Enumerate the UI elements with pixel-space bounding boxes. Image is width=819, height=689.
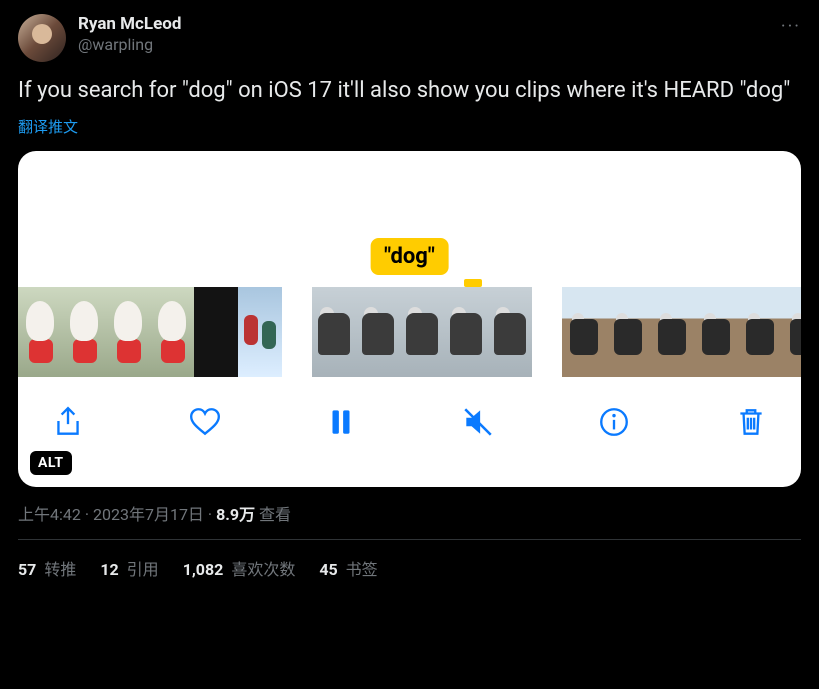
date[interactable]: 2023年7月17日 (93, 505, 204, 524)
filmstrip[interactable] (18, 287, 801, 377)
thumbnail[interactable] (694, 287, 738, 377)
views-label: 查看 (255, 505, 291, 524)
thumbnail[interactable] (488, 287, 532, 377)
stat-label: 书签 (342, 560, 378, 579)
thumbnail[interactable] (150, 287, 194, 377)
stat-number: 57 (18, 560, 36, 579)
trash-button[interactable] (729, 400, 773, 444)
stat-label: 喜欢次数 (227, 560, 295, 579)
thumbnail[interactable] (738, 287, 782, 377)
stat-number: 12 (100, 560, 118, 579)
like-button[interactable] (183, 400, 227, 444)
thumbnail[interactable] (194, 287, 238, 377)
quotes-stat[interactable]: 12 引用 (100, 556, 158, 580)
mute-icon (461, 405, 495, 439)
tweet-container: Ryan McLeod @warpling ··· If you search … (0, 0, 819, 580)
card-top: "dog" (18, 151, 801, 287)
thumbnail[interactable] (650, 287, 694, 377)
thumbnail[interactable] (444, 287, 488, 377)
thumbnail[interactable] (400, 287, 444, 377)
author-names: Ryan McLeod @warpling (78, 14, 181, 55)
time[interactable]: 上午4:42 (18, 505, 81, 524)
share-icon (51, 405, 85, 439)
likes-stat[interactable]: 1,082 喜欢次数 (183, 556, 296, 580)
mute-button[interactable] (456, 400, 500, 444)
display-name[interactable]: Ryan McLeod (78, 14, 181, 35)
pause-button[interactable] (319, 400, 363, 444)
separator: · (204, 505, 216, 524)
handle[interactable]: @warpling (78, 35, 181, 55)
thumbnail[interactable] (606, 287, 650, 377)
views-count[interactable]: 8.9万 (216, 505, 255, 524)
media-card[interactable]: "dog" (18, 151, 801, 487)
tweet-text: If you search for "dog" on iOS 17 it'll … (18, 76, 801, 106)
tweet-stats: 57 转推 12 引用 1,082 喜欢次数 45 书签 (18, 540, 801, 580)
info-button[interactable] (592, 400, 636, 444)
trash-icon (734, 405, 768, 439)
retweets-stat[interactable]: 57 转推 (18, 556, 76, 580)
thumbnail[interactable] (562, 287, 606, 377)
thumbnail[interactable] (782, 287, 801, 377)
avatar[interactable] (18, 14, 66, 62)
more-button[interactable]: ··· (781, 16, 801, 37)
thumbnail[interactable] (62, 287, 106, 377)
heart-icon (188, 405, 222, 439)
clip-group-1[interactable] (18, 287, 282, 377)
media-toolbar (18, 377, 801, 467)
pause-icon (324, 405, 358, 439)
thumbnail[interactable] (18, 287, 62, 377)
clip-group-2[interactable] (312, 287, 532, 377)
keyword-badge: "dog" (370, 238, 449, 275)
playhead-marker (464, 279, 482, 287)
info-icon (597, 405, 631, 439)
thumbnail[interactable] (238, 287, 282, 377)
alt-badge[interactable]: ALT (30, 451, 72, 475)
thumbnail[interactable] (356, 287, 400, 377)
thumbnail[interactable] (106, 287, 150, 377)
stat-number: 45 (319, 560, 337, 579)
thumbnail[interactable] (312, 287, 356, 377)
stat-label: 引用 (123, 560, 159, 579)
tweet-meta: 上午4:42 · 2023年7月17日 · 8.9万 查看 (18, 501, 801, 525)
tweet-header: Ryan McLeod @warpling ··· (18, 14, 801, 62)
bookmarks-stat[interactable]: 45 书签 (319, 556, 377, 580)
share-button[interactable] (46, 400, 90, 444)
stat-label: 转推 (40, 560, 76, 579)
clip-group-3[interactable] (562, 287, 801, 377)
translate-link[interactable]: 翻译推文 (18, 116, 78, 137)
stat-number: 1,082 (183, 560, 224, 579)
separator: · (81, 505, 93, 524)
